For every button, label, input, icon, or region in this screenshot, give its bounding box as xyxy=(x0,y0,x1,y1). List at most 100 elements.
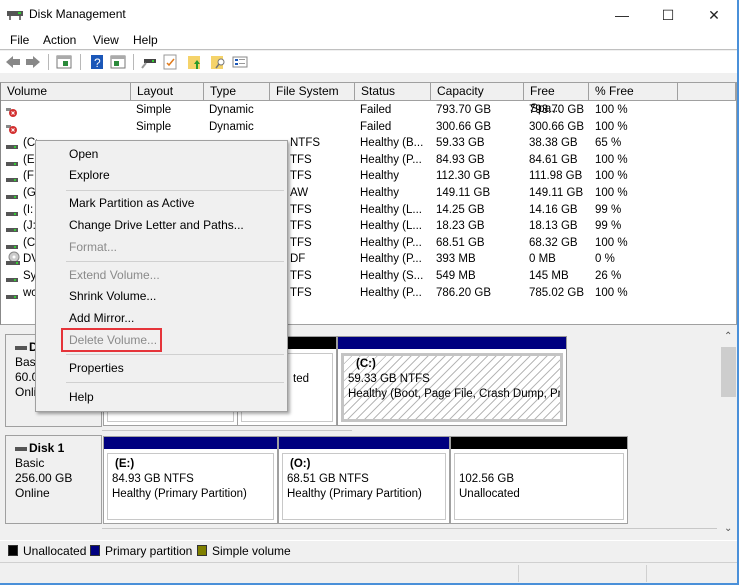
checklist-icon[interactable] xyxy=(162,54,178,70)
cell-fs: NTFS xyxy=(290,137,321,150)
cell-pct: 100 % xyxy=(595,170,628,183)
cell-status: Failed xyxy=(360,120,392,133)
cell-capacity: 793.70 GB xyxy=(436,104,491,116)
scroll-up-icon[interactable]: ⌃ xyxy=(724,331,732,342)
disk-1-unallocated[interactable]: 102.56 GB Unallocated xyxy=(450,436,628,524)
cell-status: Healthy (P... xyxy=(360,236,422,249)
properties-list-icon[interactable] xyxy=(232,54,248,70)
cell-fs: AW xyxy=(290,187,309,199)
disk-1-volume-e[interactable]: (E:) 84.93 GB NTFS Healthy (Primary Part… xyxy=(103,436,278,524)
menu-item-shrink-volume[interactable]: Shrink Volume... xyxy=(37,285,286,307)
cell-fs: TFS xyxy=(290,270,312,282)
cell-free: 785.02 GB xyxy=(529,286,584,299)
volume-status: Healthy (Primary Partition) xyxy=(287,488,422,500)
cell-pct: 26 % xyxy=(595,270,622,282)
legend: Unallocated Primary partition Simple vol… xyxy=(0,540,737,560)
disk-divider xyxy=(102,528,717,529)
cell-capacity: 68.51 GB xyxy=(436,236,485,249)
help-icon[interactable]: ? xyxy=(89,54,105,70)
menu-item-change-drive-letter[interactable]: Change Drive Letter and Paths... xyxy=(37,214,286,236)
volume-bar xyxy=(451,437,627,449)
volume-status: Unallocated xyxy=(459,488,520,500)
drive-icon xyxy=(6,172,18,183)
cell-capacity: 59.33 GB xyxy=(436,137,485,150)
menu-file[interactable]: File xyxy=(10,33,29,47)
folder-search-icon[interactable] xyxy=(210,54,226,70)
window-title: Disk Management xyxy=(29,7,126,21)
close-button[interactable]: ✕ xyxy=(691,0,737,30)
menu-item-properties[interactable]: Properties xyxy=(37,357,286,379)
cell-pct: 100 % xyxy=(595,187,628,199)
toolbar: ? xyxy=(0,51,737,73)
folder-up-icon[interactable] xyxy=(187,54,203,70)
drive-icon xyxy=(6,272,18,282)
cell-free: 84.61 GB xyxy=(529,153,578,166)
table-row[interactable]: Simple Dynamic Failed 793.70 GB 793.70 GB 100… xyxy=(1,102,736,118)
cell-type: Dynamic xyxy=(209,120,254,133)
cell-capacity: 112.30 GB xyxy=(436,170,491,183)
drive-icon xyxy=(6,222,18,233)
column-header-capacity[interactable]: Capacity xyxy=(431,83,524,101)
drive-icon xyxy=(6,206,18,216)
graph-scrollbar[interactable]: ⌃ ⌄ xyxy=(720,327,737,539)
back-arrow-icon[interactable] xyxy=(5,54,21,70)
disk-1-header[interactable]: Disk 1 Basic 256.00 GB Online xyxy=(5,435,102,524)
column-header-status[interactable]: Status xyxy=(355,83,431,101)
toolbar-separator xyxy=(80,54,81,70)
volume-body: (O:) 68.51 GB NTFS Healthy (Primary Part… xyxy=(282,453,446,520)
failed-disk-icon xyxy=(6,106,18,117)
disk-icon xyxy=(15,446,27,451)
column-header-file-system[interactable]: File System xyxy=(270,83,355,101)
legend-label-unallocated: Unallocated xyxy=(23,544,87,558)
menu-item-add-mirror[interactable]: Add Mirror... xyxy=(37,307,286,329)
cell-free: 145 MB xyxy=(529,270,569,282)
disk-1-size: 256.00 GB xyxy=(15,471,73,485)
dvd-drive-icon xyxy=(6,251,20,266)
cell-free: 38.38 GB xyxy=(529,137,578,150)
disk-0-volume-c[interactable]: (C:) 59.33 GB NTFS Healthy (Boot, Page F… xyxy=(337,336,567,426)
cell-capacity: 393 MB xyxy=(436,253,476,266)
cell-free: 149.11 GB xyxy=(529,187,584,199)
column-header-volume[interactable]: Volume xyxy=(1,83,131,101)
column-header-layout[interactable]: Layout xyxy=(131,83,204,101)
cell-status: Failed xyxy=(360,104,392,116)
volume-label: (E:) xyxy=(115,458,135,470)
column-header-type[interactable]: Type xyxy=(204,83,270,101)
scroll-down-icon[interactable]: ⌄ xyxy=(724,523,732,534)
console-tree-icon[interactable] xyxy=(56,54,72,70)
volume-body: 102.56 GB Unallocated xyxy=(454,453,624,520)
cell-pct: 100 % xyxy=(595,120,628,133)
cell-status: Healthy xyxy=(360,170,399,183)
cell-fs: TFS xyxy=(290,220,312,233)
disk-1-volume-o[interactable]: (O:) 68.51 GB NTFS Healthy (Primary Part… xyxy=(278,436,450,524)
forward-arrow-icon[interactable] xyxy=(25,54,41,70)
menu-item-help[interactable]: Help xyxy=(37,386,286,408)
cell-free: 0 MB xyxy=(529,253,556,266)
table-row[interactable]: Simple Dynamic Failed 300.66 GB 300.66 GB 100… xyxy=(1,119,736,135)
scrollbar-thumb[interactable] xyxy=(721,347,736,397)
menu-separator xyxy=(66,382,284,383)
column-header-filler xyxy=(678,83,736,101)
column-header-percent-free[interactable]: % Free xyxy=(589,83,678,101)
cell-fs: TFS xyxy=(290,153,312,166)
cell-capacity: 786.20 GB xyxy=(436,286,491,299)
menu-help[interactable]: Help xyxy=(133,33,158,47)
cell-capacity: 149.11 GB xyxy=(436,187,491,199)
column-header-free-space[interactable]: Free Spa... xyxy=(524,83,589,115)
menu-separator xyxy=(66,190,284,191)
maximize-button[interactable]: ☐ xyxy=(645,0,691,30)
cell-capacity: 14.25 GB xyxy=(436,203,485,216)
cell-free: 111.98 GB xyxy=(529,170,583,183)
menu-view[interactable]: View xyxy=(93,33,119,47)
cell-status: Healthy (S... xyxy=(360,270,424,282)
menu-item-explore[interactable]: Explore xyxy=(37,164,286,186)
cell-free: 793.70 GB xyxy=(529,104,584,116)
menu-action[interactable]: Action xyxy=(43,33,76,47)
menu-item-open[interactable]: Open xyxy=(37,143,286,165)
menu-item-mark-active[interactable]: Mark Partition as Active xyxy=(37,192,286,214)
volume-size: 59.33 GB NTFS xyxy=(348,373,430,385)
cell-pct: 100 % xyxy=(595,236,628,249)
connect-drive-icon[interactable] xyxy=(141,54,157,70)
action-pane-icon[interactable] xyxy=(110,54,126,70)
minimize-button[interactable]: — xyxy=(599,0,645,30)
